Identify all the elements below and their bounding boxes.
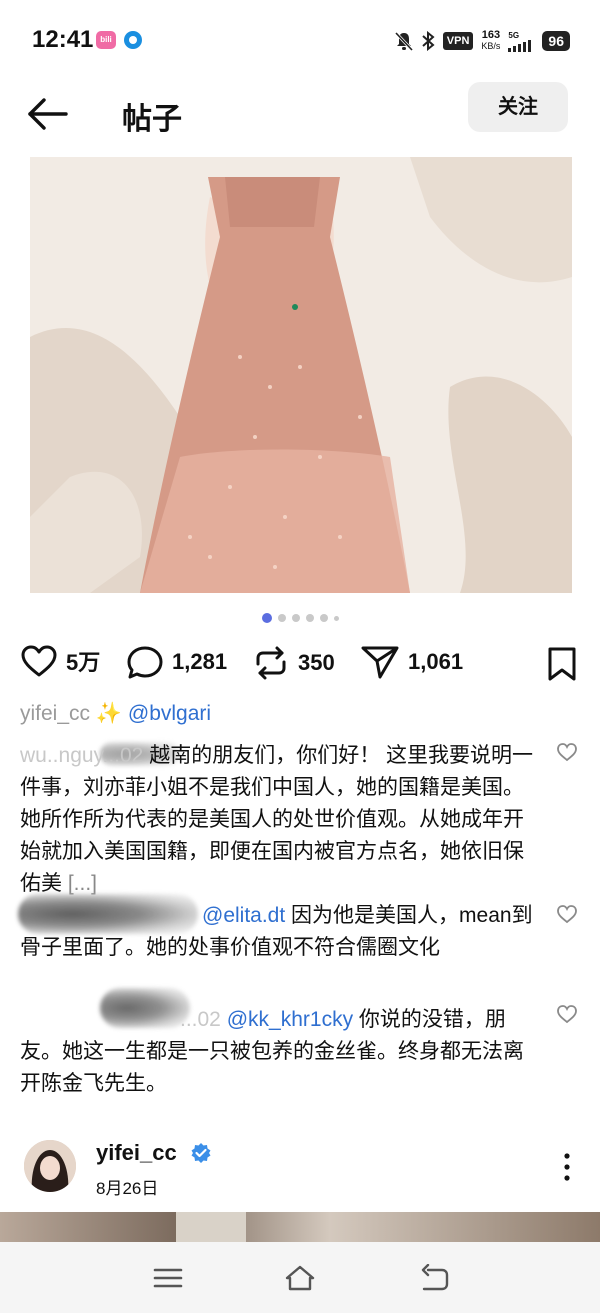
send-icon xyxy=(361,646,399,679)
back-nav-icon[interactable] xyxy=(418,1264,450,1292)
page-title: 帖子 xyxy=(122,103,182,136)
comment-like-heart-icon[interactable] xyxy=(556,1004,578,1024)
comment-username[interactable]: ...02 xyxy=(180,1008,221,1031)
caption-mention[interactable]: @bvlgari xyxy=(128,702,211,725)
vpn-badge: VPN xyxy=(442,32,474,50)
like-button[interactable]: 5万 xyxy=(20,644,100,678)
top-header: 帖子 关注 xyxy=(0,82,600,154)
status-bar: 12:41 bili VPN 163 KB/s 5G 96 xyxy=(0,0,600,82)
post-caption: yifei_cc ✨ @bvlgari xyxy=(20,702,211,726)
repost-icon xyxy=(256,646,286,680)
author-username[interactable]: yifei_cc xyxy=(96,1140,177,1166)
comment-more-link[interactable]: [...] xyxy=(68,872,97,895)
comment-like-heart-icon[interactable] xyxy=(556,742,578,762)
bluetooth-icon xyxy=(422,31,435,51)
repost-button[interactable]: 350 xyxy=(252,644,335,682)
menu-icon[interactable] xyxy=(152,1264,184,1292)
bilibili-app-icon: bili xyxy=(96,31,116,49)
carousel-dot-4[interactable] xyxy=(305,614,314,622)
carousel-dot-3[interactable] xyxy=(291,614,300,622)
repost-count: 350 xyxy=(298,650,335,675)
browser-app-icon xyxy=(124,31,142,49)
more-options-icon[interactable] xyxy=(562,1152,572,1182)
signal-bars-icon xyxy=(508,39,532,52)
comment-mention[interactable]: @elita.dt xyxy=(202,904,285,927)
post-date: 8月26日 xyxy=(96,1179,159,1198)
comment-username[interactable]: wu..nguy...02 xyxy=(20,744,143,767)
comment-count: 1,281 xyxy=(172,649,228,674)
system-navigation-bar xyxy=(0,1242,600,1313)
comment-mention[interactable]: @kk_khr1cky xyxy=(227,1008,353,1031)
comment-button[interactable]: 1,281 xyxy=(126,644,227,680)
network-speed: 163 KB/s xyxy=(481,30,500,52)
sparkle-emoji: ✨ xyxy=(95,702,123,725)
home-icon[interactable] xyxy=(284,1264,316,1292)
bookmark-icon[interactable] xyxy=(546,646,578,682)
network-type: 5G xyxy=(508,30,520,40)
carousel-dot-1[interactable] xyxy=(261,613,272,623)
share-count: 1,061 xyxy=(408,649,464,674)
back-arrow-icon[interactable] xyxy=(26,96,70,132)
post-image[interactable] xyxy=(30,157,572,593)
next-post-image-highlight xyxy=(176,1212,246,1242)
comment-item: wu..nguy...02 越南的朋友们，你们好！ 这里我要说明一件事，刘亦菲小… xyxy=(20,740,540,900)
share-button[interactable]: 1,061 xyxy=(360,644,463,680)
carousel-indicator xyxy=(0,613,600,623)
comment-bubble-icon xyxy=(127,646,163,679)
speed-unit: KB/s xyxy=(481,41,501,51)
carousel-dot-6[interactable] xyxy=(333,615,339,621)
carousel-dot-2[interactable] xyxy=(277,614,286,622)
bell-muted-icon xyxy=(394,31,413,51)
status-time: 12:41 xyxy=(32,26,94,53)
heart-icon xyxy=(21,645,57,677)
comment-first-line: 越南的朋友们，你们好！ xyxy=(149,744,381,767)
post-photo-illustration xyxy=(30,157,572,593)
verified-badge-icon xyxy=(191,1143,211,1163)
comment-like-heart-icon[interactable] xyxy=(556,904,578,924)
comment-item: ...02 @kk_khr1cky 你说的没错，朋友。她这一生都是一只被包养的金… xyxy=(20,1004,540,1100)
comment-item: @elita.dt 因为他是美国人，mean到骨子里面了。她的处事价值观不符合儒… xyxy=(20,900,540,964)
avatar[interactable] xyxy=(24,1140,76,1192)
post-action-bar: 5万 1,281 350 1,061 xyxy=(20,644,590,688)
carousel-dot-5[interactable] xyxy=(319,614,328,622)
next-post-author-row: yifei_cc 8月26日 xyxy=(24,1140,580,1200)
caption-username[interactable]: yifei_cc xyxy=(20,702,90,725)
battery-indicator: 96 xyxy=(542,31,570,51)
speed-value: 163 xyxy=(481,29,501,41)
follow-button[interactable]: 关注 xyxy=(468,82,568,132)
like-count: 5万 xyxy=(66,650,101,675)
avatar-illustration xyxy=(24,1140,76,1192)
next-post-image[interactable] xyxy=(0,1212,600,1242)
signal-indicator: 5G xyxy=(508,31,534,52)
